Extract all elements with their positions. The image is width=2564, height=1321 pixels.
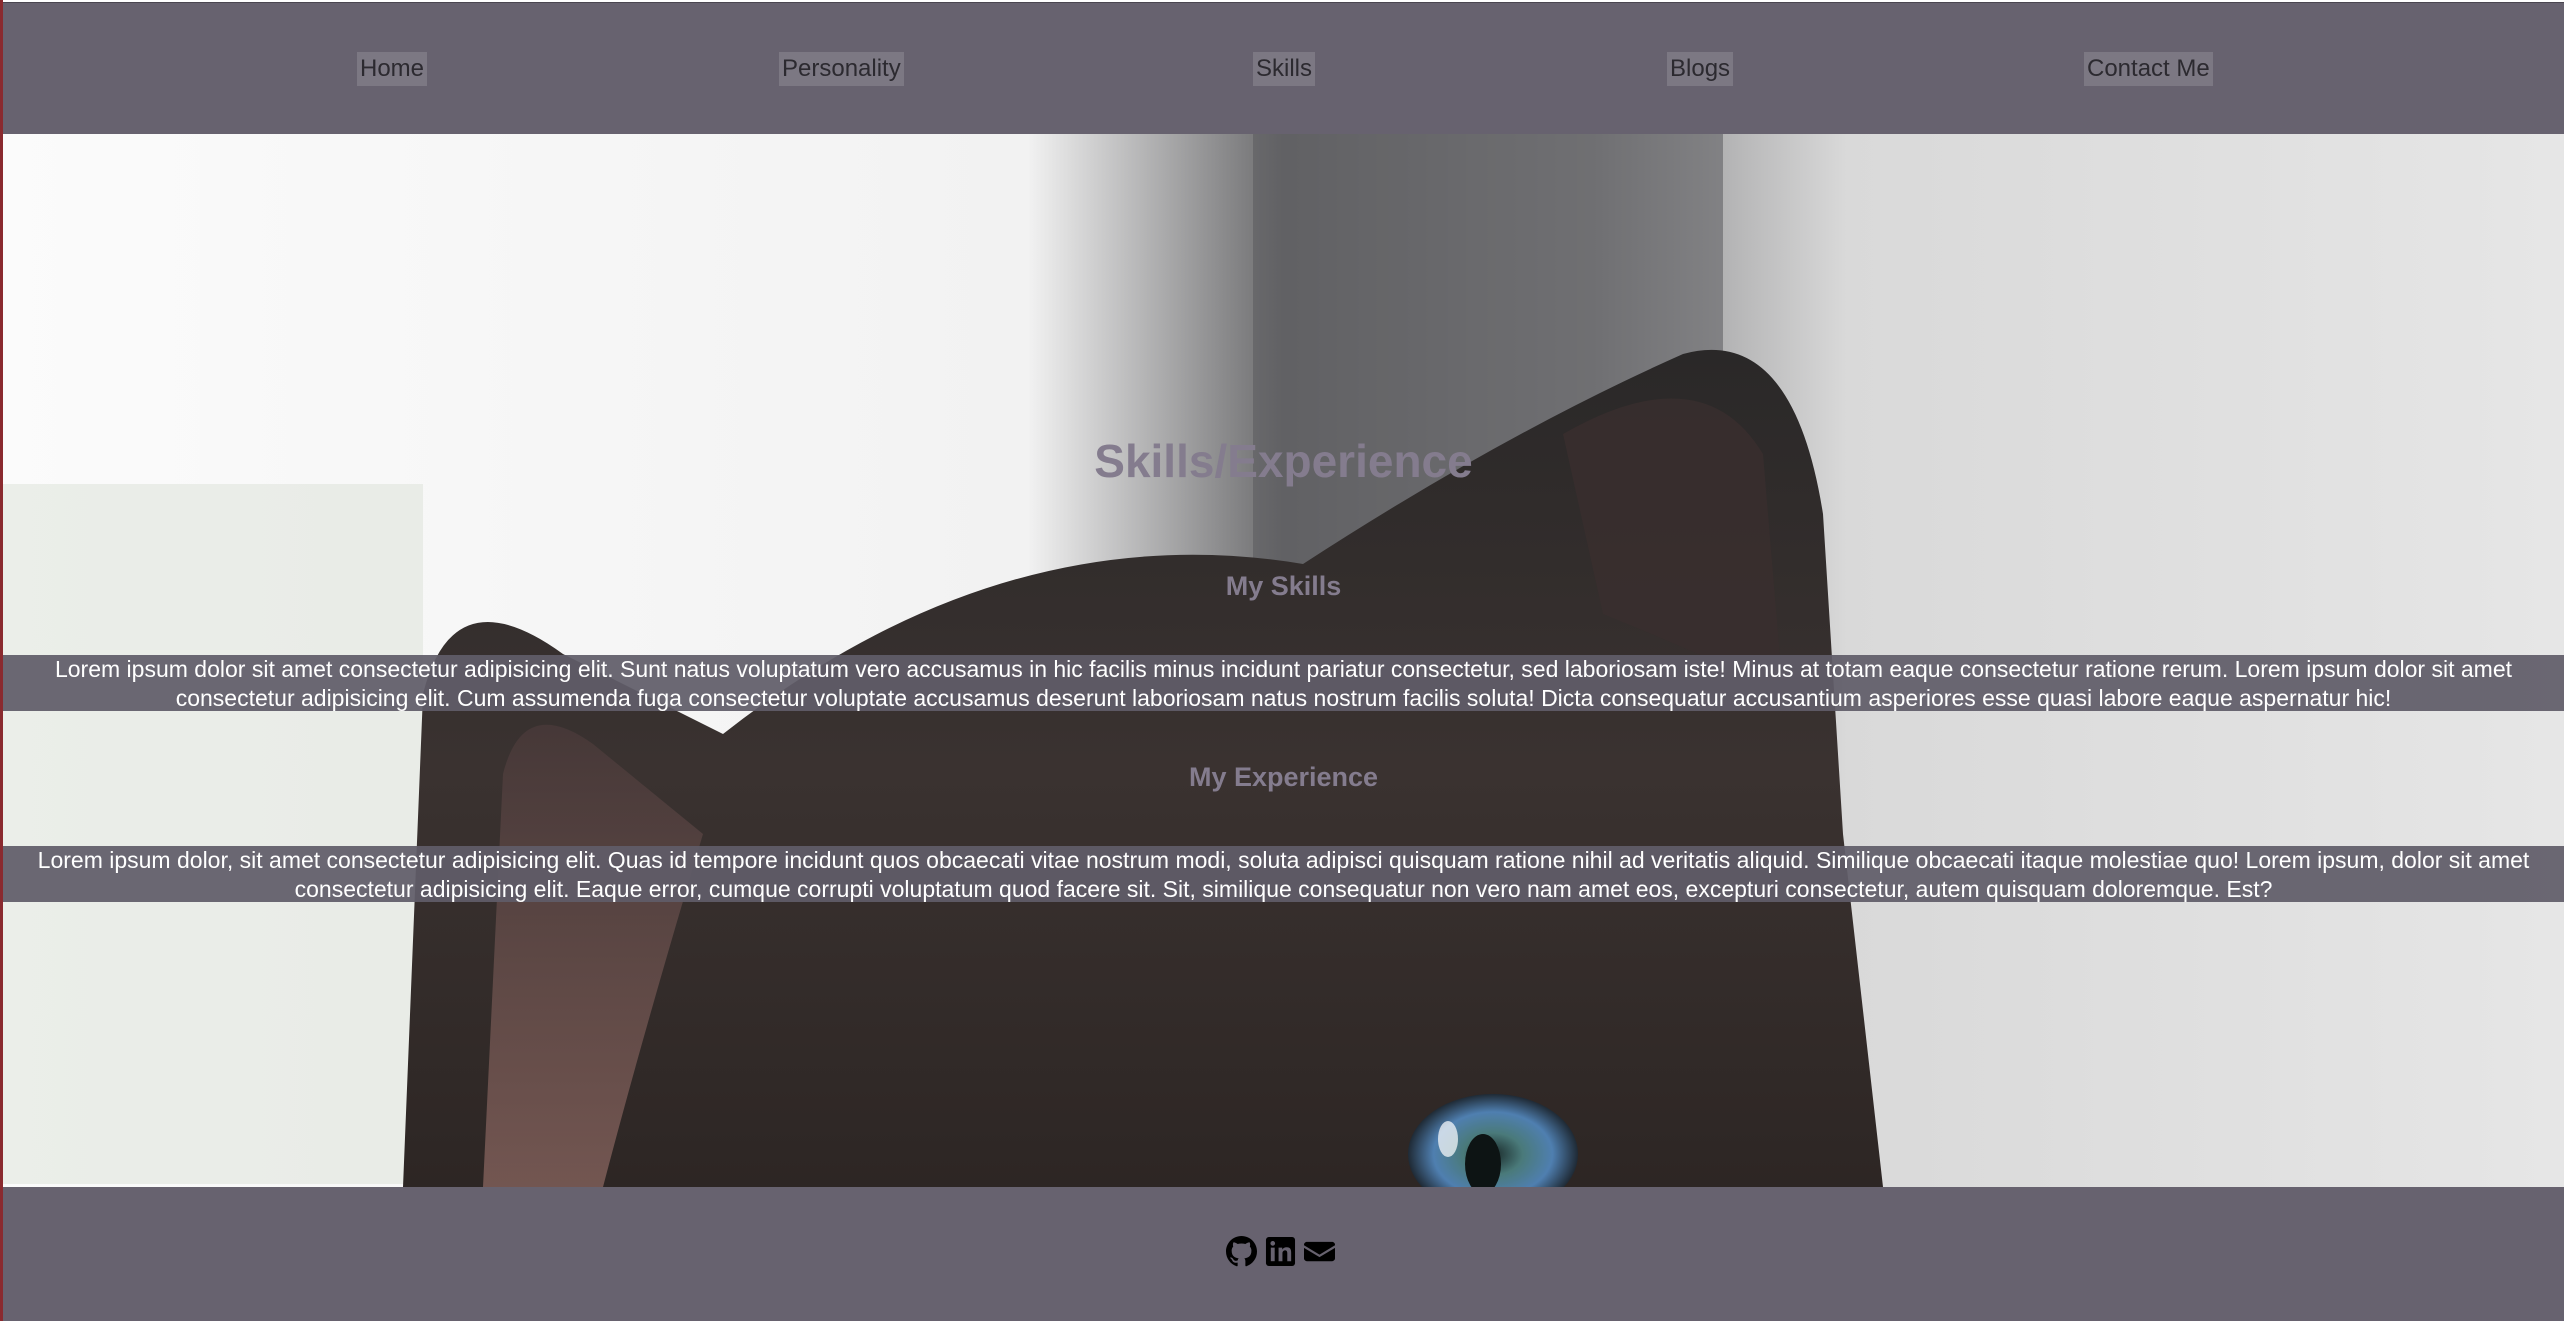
skills-heading: My Skills: [1225, 571, 1342, 601]
nav-contact-link[interactable]: Contact Me: [2084, 52, 2213, 86]
skills-text-band: Lorem ipsum dolor sit amet consectetur a…: [3, 655, 2564, 711]
nav-home-link[interactable]: Home: [357, 52, 428, 86]
skills-paragraph: Lorem ipsum dolor sit amet consectetur a…: [54, 656, 2513, 711]
experience-paragraph: Lorem ipsum dolor, sit amet consectetur …: [37, 847, 2530, 902]
experience-text-band: Lorem ipsum dolor, sit amet consectetur …: [3, 846, 2564, 902]
hero-section: Skills/Experience My Skills Lorem ipsum …: [3, 134, 2564, 1187]
navbar: Home Personality Skills Blogs Contact Me: [3, 2, 2564, 135]
nav-skills-link[interactable]: Skills: [1253, 52, 1316, 86]
footer: [3, 1187, 2564, 1321]
envelope-icon[interactable]: [1304, 1236, 1335, 1267]
nav-personality-link[interactable]: Personality: [779, 52, 904, 86]
page-title: Skills/Experience: [1094, 435, 1473, 487]
linkedin-icon[interactable]: [1265, 1236, 1296, 1267]
github-icon[interactable]: [1226, 1236, 1257, 1267]
page: Home Personality Skills Blogs Contact Me: [0, 0, 2564, 1321]
social-links: [1226, 1236, 1335, 1267]
nav-blogs-link[interactable]: Blogs: [1667, 52, 1734, 86]
experience-heading: My Experience: [1188, 762, 1379, 792]
